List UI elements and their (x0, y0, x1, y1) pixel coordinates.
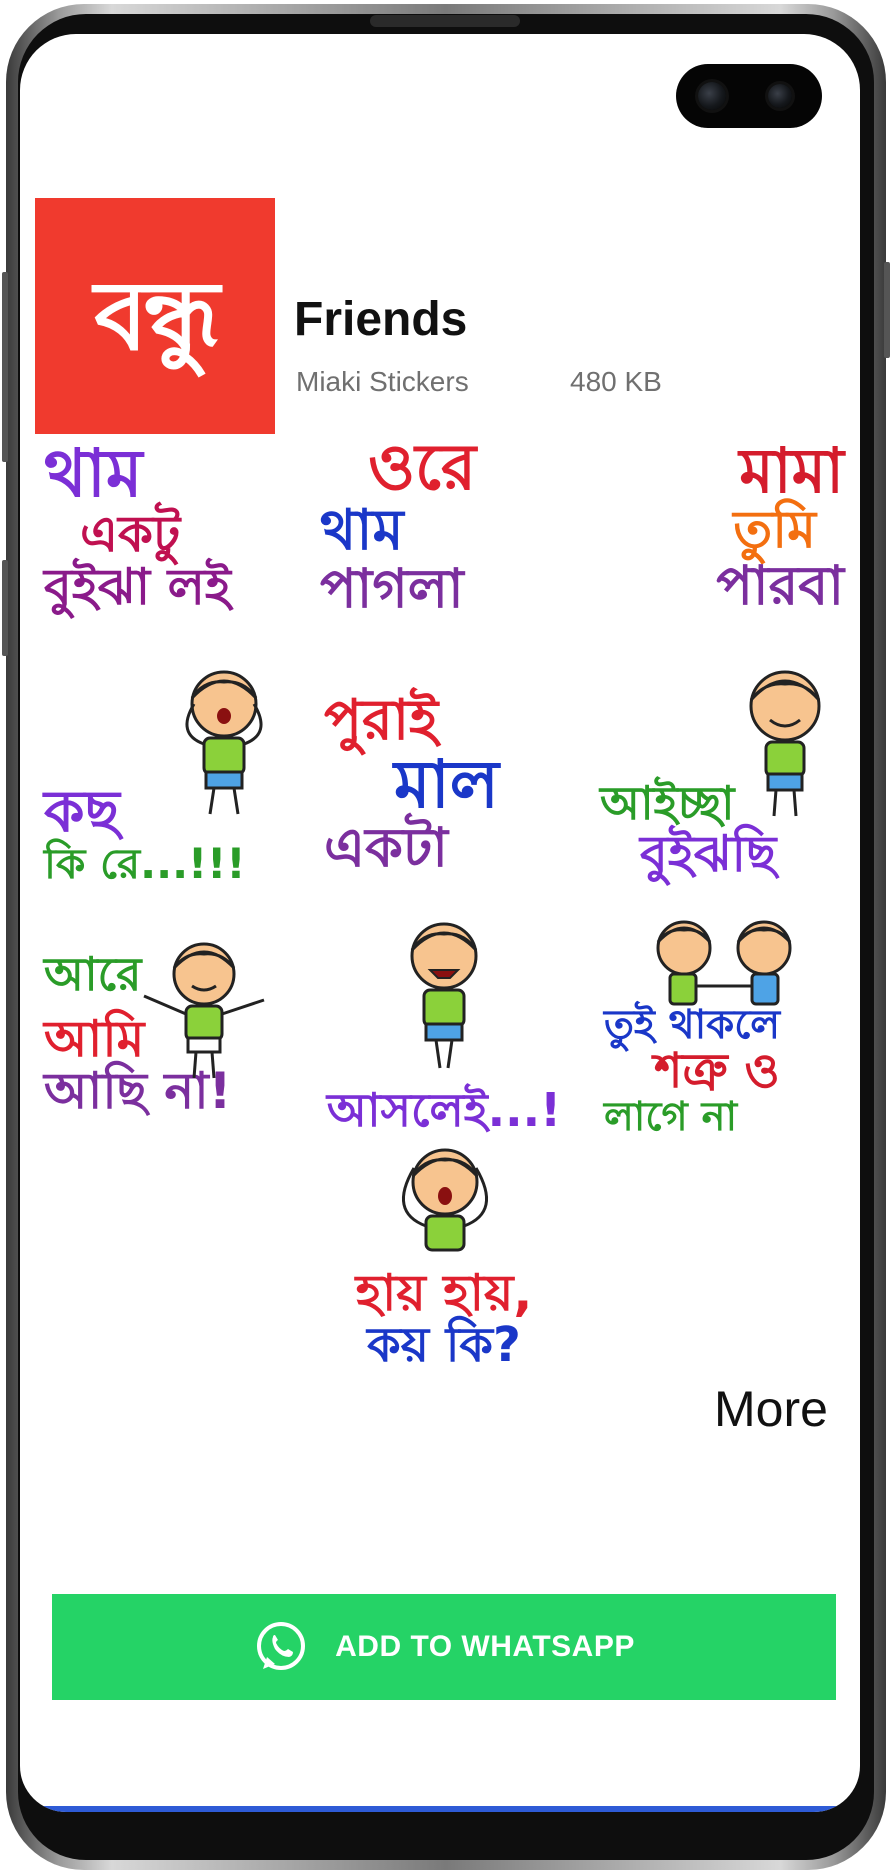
sticker-6[interactable]: আইচ্ছা বুইঝছি (600, 664, 840, 904)
sticker-10-line-2: কয় কি? (367, 1316, 521, 1373)
sticker-9-line-3: লাগে না (604, 1094, 738, 1140)
sticker-2[interactable]: ওরে থাম পাগলা (320, 406, 560, 646)
add-to-whatsapp-label: ADD TO WHATSAPP (335, 1630, 635, 1663)
pack-publisher: Miaki Stickers (296, 366, 469, 397)
sticker-10-line-1: হায় হায়, (355, 1264, 533, 1323)
sticker-8-line-1: আসলেই...! (326, 1082, 562, 1137)
cartoon-boy-smiling-icon (749, 670, 821, 817)
sticker-3-line-2: তুমি (733, 499, 816, 560)
sticker-1[interactable]: থাম একটু বুইঝা লই (44, 406, 284, 646)
sticker-3[interactable]: মামা তুমি পারবা (604, 406, 844, 646)
sticker-3-line-3: পারবা (716, 553, 844, 617)
cartoon-boy-angry-icon (410, 922, 478, 1069)
cartoon-boy-hands-on-head-icon (402, 1148, 488, 1252)
sticker-4-line-1: কছ (44, 777, 120, 846)
front-camera-lens-2 (768, 84, 792, 108)
bottom-accent-bar (20, 1806, 860, 1812)
front-camera-lens-1 (698, 82, 726, 110)
sticker-3-line-1: মামা (739, 433, 844, 507)
cartoon-boy-arms-open-icon (143, 942, 265, 1079)
sticker-5-line-3: একটা (324, 815, 448, 879)
add-to-whatsapp-button[interactable]: ADD TO WHATSAPP (52, 1594, 836, 1700)
sticker-pack-tray-icon: বন্ধু (35, 198, 275, 434)
sticker-8[interactable]: আসলেই...! (324, 914, 564, 1154)
sticker-7[interactable]: আরে আমি আছি না! (44, 914, 284, 1154)
sticker-7-line-2: আমি (44, 1009, 145, 1068)
sticker-2-line-2: থাম (320, 497, 404, 563)
sticker-5-line-1: পুরাই (324, 687, 439, 753)
app-screen: বন্ধু Friends Miaki Stickers 480 KB থাম … (20, 34, 860, 1812)
sticker-7-line-1: আরে (44, 947, 142, 1002)
speaker-slot (370, 15, 520, 27)
sticker-4[interactable]: কছ কি রে...!!! (44, 664, 284, 904)
whatsapp-icon (257, 1622, 306, 1670)
sticker-1-line-3: বুইঝা লই (44, 557, 231, 616)
cartoon-two-boys-icon (656, 920, 792, 1006)
sticker-10[interactable]: হায় হায়, কয় কি? (324, 1138, 564, 1378)
sticker-4-line-2: কি রে...!!! (44, 838, 246, 888)
side-button-left-lower (2, 560, 8, 656)
side-button-left (2, 272, 8, 462)
sticker-9-line-2: শত্রু ও (654, 1042, 780, 1099)
side-button-right (884, 262, 890, 358)
sticker-9[interactable]: তুই থাকলে শত্রু ও লাগে না (604, 914, 844, 1154)
sticker-5[interactable]: পুরাই মাল একটা (324, 664, 564, 904)
sticker-5-line-2: মাল (394, 746, 499, 824)
sticker-6-line-1: আইচ্ছা (600, 776, 735, 831)
sticker-2-line-3: পাগলা (320, 556, 464, 620)
sticker-1-line-2: একটু (80, 505, 181, 564)
sticker-2-line-1: ওরে (368, 430, 477, 505)
sticker-1-line-1: থাম (44, 434, 143, 512)
cartoon-boy-shouting-icon (185, 670, 263, 815)
sticker-6-line-2: বুইঝছি (640, 824, 777, 883)
camera-cutout (676, 64, 822, 128)
pack-title: Friends (294, 293, 468, 346)
more-link[interactable]: More (714, 1380, 828, 1438)
pack-size: 480 KB (570, 366, 662, 397)
pack-icon-text: বন্ধু (94, 260, 219, 372)
